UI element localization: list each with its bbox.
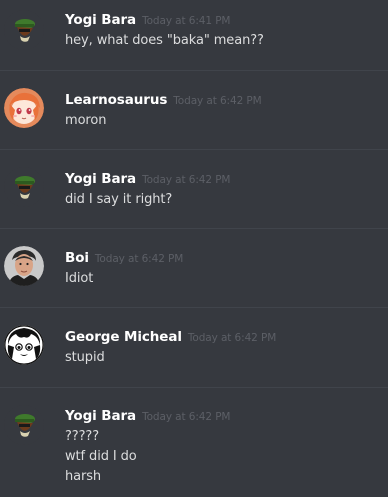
message-header: Boi Today at 6:42 PM xyxy=(65,248,183,268)
timestamp: Today at 6:42 PM xyxy=(142,411,231,423)
timestamp: Today at 6:42 PM xyxy=(173,95,262,107)
timestamp: Today at 6:42 PM xyxy=(94,253,184,265)
message-content: Idiot xyxy=(65,269,93,289)
message-content: stupid xyxy=(65,348,105,368)
timestamp: Today at 6:41 PM xyxy=(142,15,231,27)
message-divider xyxy=(0,149,388,150)
username[interactable]: Learnosaurus xyxy=(65,92,167,108)
message-content: hey, what does "baka" mean?? xyxy=(65,31,264,51)
username[interactable]: Yogi Bara xyxy=(65,408,136,424)
message-text: did I say it right? xyxy=(65,192,173,207)
message-content: did I say it right? xyxy=(65,190,172,210)
message-header: George Micheal Today at 6:42 PM xyxy=(65,327,276,347)
username[interactable]: George Micheal xyxy=(65,329,182,345)
message-text: harsh xyxy=(65,469,102,484)
message-divider xyxy=(0,70,388,71)
message-text: Idiot xyxy=(65,271,94,286)
message-divider xyxy=(0,307,388,308)
green-hat-character-avatar-icon[interactable] xyxy=(4,167,44,207)
message-header: Yogi Bara Today at 6:41 PM xyxy=(65,10,230,30)
timestamp: Today at 6:42 PM xyxy=(142,174,231,186)
man-portrait-avatar-icon[interactable] xyxy=(4,246,44,286)
message-divider xyxy=(0,387,388,388)
message-divider xyxy=(0,228,388,229)
username[interactable]: Yogi Bara xyxy=(65,12,136,28)
username[interactable]: Boi xyxy=(65,250,89,266)
green-hat-character-avatar-icon[interactable] xyxy=(4,405,44,445)
chat-message-list: Yogi Bara Today at 6:41 PM hey, what does… xyxy=(0,0,388,497)
message-header: Learnosaurus Today at 6:42 PM xyxy=(65,90,262,110)
manga-face-avatar-icon[interactable] xyxy=(4,325,44,365)
orange-hair-anime-avatar-icon[interactable] xyxy=(4,88,44,128)
message-header: Yogi Bara Today at 6:42 PM xyxy=(65,169,230,189)
green-hat-character-avatar-icon[interactable] xyxy=(4,10,44,50)
message-content: moron xyxy=(65,111,106,131)
message-text: hey, what does "baka" mean?? xyxy=(65,33,264,48)
message-text: moron xyxy=(65,113,107,128)
message-text: ????? xyxy=(65,429,99,444)
message-text: wtf did I do xyxy=(65,449,137,464)
username[interactable]: Yogi Bara xyxy=(65,171,136,187)
message-header: Yogi Bara Today at 6:42 PM xyxy=(65,406,230,426)
message-content: ????? wtf did I do harsh xyxy=(65,427,137,487)
timestamp: Today at 6:42 PM xyxy=(187,332,277,344)
message-text: stupid xyxy=(65,350,105,365)
